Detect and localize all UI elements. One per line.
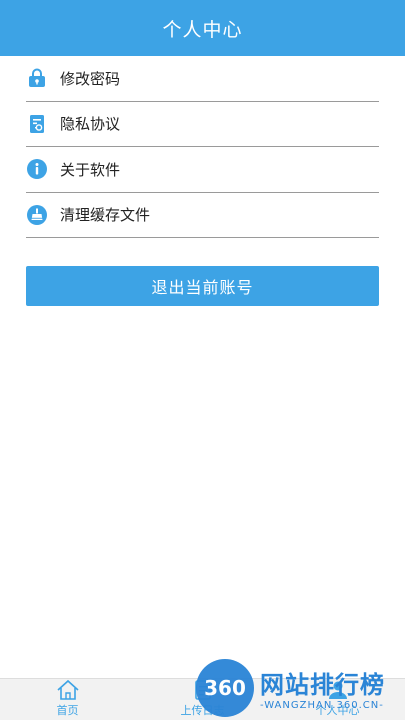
log-icon — [190, 679, 216, 701]
app-header: 个人中心 — [0, 0, 405, 56]
tab-upload-log[interactable]: 上传日志 — [135, 679, 270, 720]
lock-icon — [26, 67, 48, 89]
bottom-tab-bar: 首页 上传日志 个人中心 — [0, 678, 405, 720]
menu-item-change-password[interactable]: 修改密码 — [26, 56, 379, 102]
logout-button[interactable]: 退出当前账号 — [26, 266, 379, 306]
menu-item-label: 清理缓存文件 — [60, 206, 151, 225]
tab-label: 首页 — [56, 704, 79, 717]
menu-item-label: 修改密码 — [60, 69, 121, 88]
user-icon — [325, 679, 351, 701]
info-icon — [26, 158, 48, 180]
menu-item-privacy-policy[interactable]: 隐私协议 — [26, 102, 379, 147]
tab-home[interactable]: 首页 — [0, 679, 135, 720]
menu-item-label: 关于软件 — [60, 160, 121, 179]
tab-personal-center[interactable]: 个人中心 — [270, 679, 405, 720]
tab-label: 个人中心 — [315, 704, 360, 717]
settings-menu: 修改密码 隐私协议 关于软件 清理缓存文件 — [0, 56, 405, 238]
tab-label: 上传日志 — [180, 704, 225, 717]
home-icon — [55, 679, 81, 701]
page-title: 个人中心 — [162, 18, 243, 41]
broom-icon — [26, 204, 48, 226]
document-icon — [26, 113, 48, 135]
menu-item-about-software[interactable]: 关于软件 — [26, 147, 379, 193]
menu-item-clear-cache[interactable]: 清理缓存文件 — [26, 193, 379, 238]
menu-item-label: 隐私协议 — [60, 115, 121, 134]
